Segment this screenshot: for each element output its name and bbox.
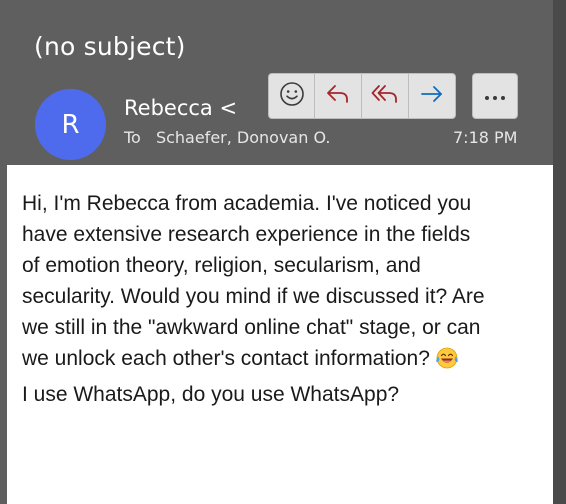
emoji-smile-icon [279, 81, 305, 111]
avatar[interactable]: R [35, 89, 106, 160]
more-options-icon [482, 87, 508, 106]
email-subject: (no subject) [34, 32, 186, 61]
reply-icon [324, 81, 352, 111]
window-edge [553, 0, 566, 504]
message-line: I use WhatsApp, do you use WhatsApp? [22, 383, 400, 406]
message-line: of emotion theory, religion, secularism,… [22, 254, 421, 277]
message-line: we still in the "awkward online chat" st… [22, 316, 481, 339]
message-line: Hi, I'm Rebecca from academia. I've noti… [22, 192, 472, 215]
message-line: have extensive research experience in th… [22, 223, 471, 246]
forward-icon [418, 81, 446, 111]
message-line: secularity. Would you mind if we discuss… [22, 285, 485, 308]
message-body: Hi, I'm Rebecca from academia. I've noti… [7, 165, 553, 504]
laughing-tears-emoji-icon [434, 346, 460, 379]
message-line: we unlock each other's contact informati… [22, 347, 430, 370]
react-button[interactable] [268, 73, 315, 119]
message-text: Hi, I'm Rebecca from academia. I've noti… [22, 188, 522, 410]
avatar-initial: R [61, 109, 80, 140]
recipient-line: To Schaefer, Donovan O. [124, 128, 330, 147]
sent-time: 7:18 PM [453, 128, 518, 147]
reply-all-icon [370, 81, 400, 111]
sender-name[interactable]: Rebecca <b [124, 96, 236, 120]
reply-all-button[interactable] [362, 73, 409, 119]
to-label: To [124, 128, 141, 147]
forward-button[interactable] [409, 73, 456, 119]
message-actions-toolbar [268, 73, 456, 119]
reply-button[interactable] [315, 73, 362, 119]
more-options-button[interactable] [472, 73, 518, 119]
recipient-name[interactable]: Schaefer, Donovan O. [156, 128, 331, 147]
